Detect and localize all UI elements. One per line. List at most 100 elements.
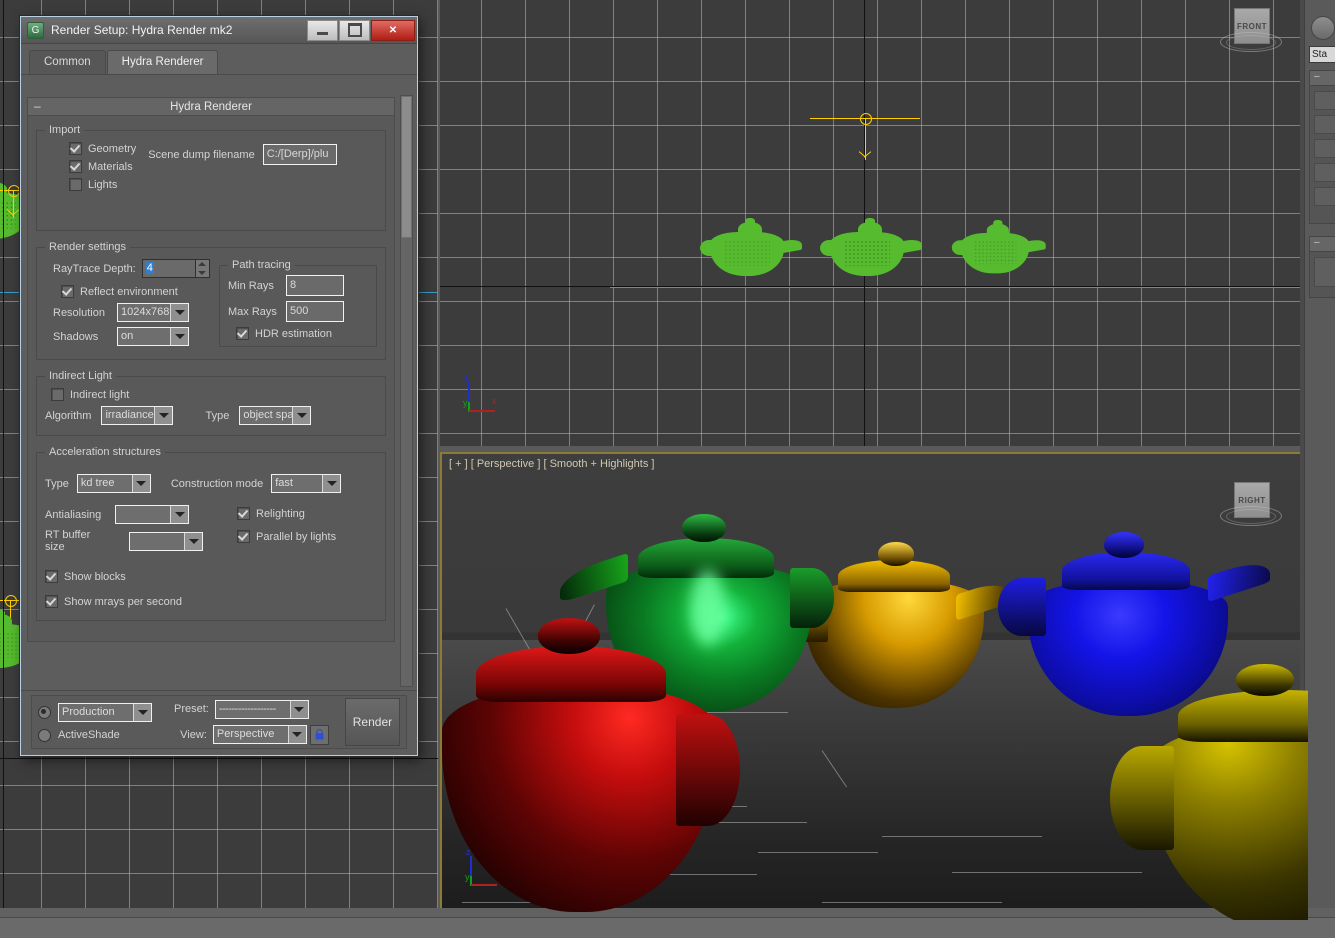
chevron-down-icon[interactable]: [288, 726, 306, 743]
chevron-down-icon[interactable]: [290, 701, 308, 718]
tab-hydra-renderer[interactable]: Hydra Renderer: [107, 50, 219, 74]
construction-mode-dropdown[interactable]: fast: [271, 474, 341, 493]
production-radio[interactable]: [38, 706, 51, 719]
close-button[interactable]: ✕: [371, 20, 415, 41]
viewcube-perspective[interactable]: RIGHT: [1220, 476, 1280, 532]
chevron-down-icon[interactable]: [170, 304, 188, 321]
spinner-arrows[interactable]: [196, 259, 210, 278]
antialiasing-dropdown[interactable]: [115, 505, 189, 524]
rollout-panel[interactable]: –: [1309, 236, 1335, 298]
chevron-down-icon[interactable]: [154, 407, 172, 424]
name-field[interactable]: Sta: [1309, 46, 1335, 63]
relighting-checkbox[interactable]: [237, 507, 250, 520]
light-gizmo[interactable]: [810, 118, 920, 160]
hydra-renderer-rollout[interactable]: – Hydra Renderer Import Geometry: [27, 97, 395, 642]
view-row[interactable]: View: Perspective: [174, 725, 329, 745]
render-setup-dialog[interactable]: G Render Setup: Hydra Render mk2 ✕ Commo…: [20, 16, 418, 756]
reflect-environment-checkbox[interactable]: [61, 285, 74, 298]
acceleration-type-dropdown[interactable]: kd tree: [77, 474, 151, 493]
rollout-header[interactable]: –: [1310, 71, 1335, 86]
shadows-label: Shadows: [53, 331, 111, 343]
shadows-row[interactable]: Shadows on: [45, 327, 213, 346]
geometry-row[interactable]: Geometry: [69, 142, 136, 155]
rollout-slot[interactable]: [1314, 115, 1335, 134]
viewport-front[interactable]: z y x FRONT: [440, 0, 1306, 446]
show-blocks-checkbox[interactable]: [45, 570, 58, 583]
materials-checkbox[interactable]: [69, 160, 82, 173]
show-blocks-row[interactable]: Show blocks: [45, 570, 377, 583]
rollout-slot[interactable]: [1314, 257, 1335, 287]
hdr-estimation-row[interactable]: HDR estimation: [228, 327, 368, 340]
hdr-estimation-checkbox[interactable]: [236, 327, 249, 340]
min-rays-row[interactable]: Min Rays 8: [228, 275, 368, 296]
preset-row[interactable]: Preset: ------------------: [174, 700, 329, 719]
lights-checkbox[interactable]: [69, 178, 82, 191]
raytrace-depth-input[interactable]: 4: [142, 259, 196, 278]
command-panel[interactable]: Sta – –: [1304, 0, 1335, 918]
raytrace-depth-row[interactable]: RayTrace Depth: 4: [45, 259, 213, 278]
viewport-label[interactable]: [ + ] [ Perspective ] [ Smooth + Highlig…: [449, 458, 654, 470]
rt-buffer-size-row[interactable]: RT buffer size: [45, 529, 225, 553]
algorithm-dropdown[interactable]: irradiance: [101, 406, 173, 425]
viewport-perspective[interactable]: [ + ] [ Perspective ] [ Smooth + Highlig…: [440, 452, 1310, 922]
indirect-light-row[interactable]: Indirect light: [45, 388, 377, 401]
chevron-down-icon[interactable]: [292, 407, 310, 424]
raytrace-depth-spinner[interactable]: 4: [142, 259, 210, 278]
render-preview-icon[interactable]: [1311, 16, 1335, 40]
chevron-down-icon[interactable]: [133, 704, 151, 721]
floor-line: [952, 872, 1142, 873]
minimize-button[interactable]: [307, 20, 338, 41]
lights-row[interactable]: Lights: [69, 178, 136, 191]
show-mrays-checkbox[interactable]: [45, 595, 58, 608]
rollout-header[interactable]: – Hydra Renderer: [28, 98, 394, 116]
dialog-scrollbar[interactable]: [400, 95, 413, 687]
max-rays-row[interactable]: Max Rays 500: [228, 301, 368, 322]
view-dropdown[interactable]: Perspective: [213, 725, 307, 744]
chevron-down-icon[interactable]: [170, 328, 188, 345]
shadows-dropdown[interactable]: on: [117, 327, 189, 346]
scene-dump-filename-input[interactable]: C:/[Derp]/plu: [263, 144, 337, 165]
show-mrays-row[interactable]: Show mrays per second: [45, 595, 377, 608]
production-row[interactable]: Production: [38, 703, 152, 722]
rt-buffer-size-dropdown[interactable]: [129, 532, 203, 551]
algorithm-row[interactable]: Algorithm irradiance Type object spa: [45, 406, 377, 425]
scrollbar-thumb[interactable]: [401, 96, 412, 238]
chevron-down-icon[interactable]: [322, 475, 340, 492]
chevron-down-icon[interactable]: [132, 475, 150, 492]
viewcube-front[interactable]: FRONT: [1220, 2, 1280, 58]
chevron-down-icon[interactable]: [184, 533, 202, 550]
materials-row[interactable]: Materials: [69, 160, 136, 173]
maximize-button[interactable]: [339, 20, 370, 41]
preset-dropdown[interactable]: ------------------: [215, 700, 309, 719]
indirect-light-checkbox[interactable]: [51, 388, 64, 401]
parallel-by-lights-row[interactable]: Parallel by lights: [237, 530, 336, 543]
rollout-slot[interactable]: [1314, 163, 1335, 182]
rollout-header[interactable]: –: [1310, 237, 1335, 252]
acceleration-type-row[interactable]: Type kd tree Construction mode fast: [45, 474, 377, 493]
production-dropdown[interactable]: Production: [58, 703, 152, 722]
parallel-by-lights-checkbox[interactable]: [237, 530, 250, 543]
resolution-dropdown[interactable]: 1024x768: [117, 303, 189, 322]
tab-common[interactable]: Common: [29, 50, 106, 74]
resolution-row[interactable]: Resolution 1024x768: [45, 303, 213, 322]
max-rays-input[interactable]: 500: [286, 301, 344, 322]
dialog-tabs[interactable]: Common Hydra Renderer: [21, 44, 417, 75]
rollout-title: Hydra Renderer: [170, 101, 252, 113]
indirect-type-dropdown[interactable]: object spa: [239, 406, 311, 425]
lock-view-button[interactable]: [310, 725, 329, 745]
relighting-row[interactable]: Relighting: [237, 507, 336, 520]
rollout-slot[interactable]: [1314, 139, 1335, 158]
min-rays-input[interactable]: 8: [286, 275, 344, 296]
geometry-checkbox[interactable]: [69, 142, 82, 155]
render-button[interactable]: Render: [345, 698, 400, 746]
rollout-panel[interactable]: –: [1309, 70, 1335, 224]
chevron-down-icon[interactable]: [170, 506, 188, 523]
rollout-slot[interactable]: [1314, 91, 1335, 110]
antialiasing-row[interactable]: Antialiasing: [45, 505, 225, 524]
dialog-titlebar[interactable]: G Render Setup: Hydra Render mk2 ✕: [21, 17, 417, 44]
reflect-environment-row[interactable]: Reflect environment: [45, 285, 213, 298]
activeshade-radio[interactable]: [38, 729, 51, 742]
collapse-icon[interactable]: –: [34, 99, 41, 113]
activeshade-row[interactable]: ActiveShade: [38, 729, 152, 742]
rollout-slot[interactable]: [1314, 187, 1335, 206]
